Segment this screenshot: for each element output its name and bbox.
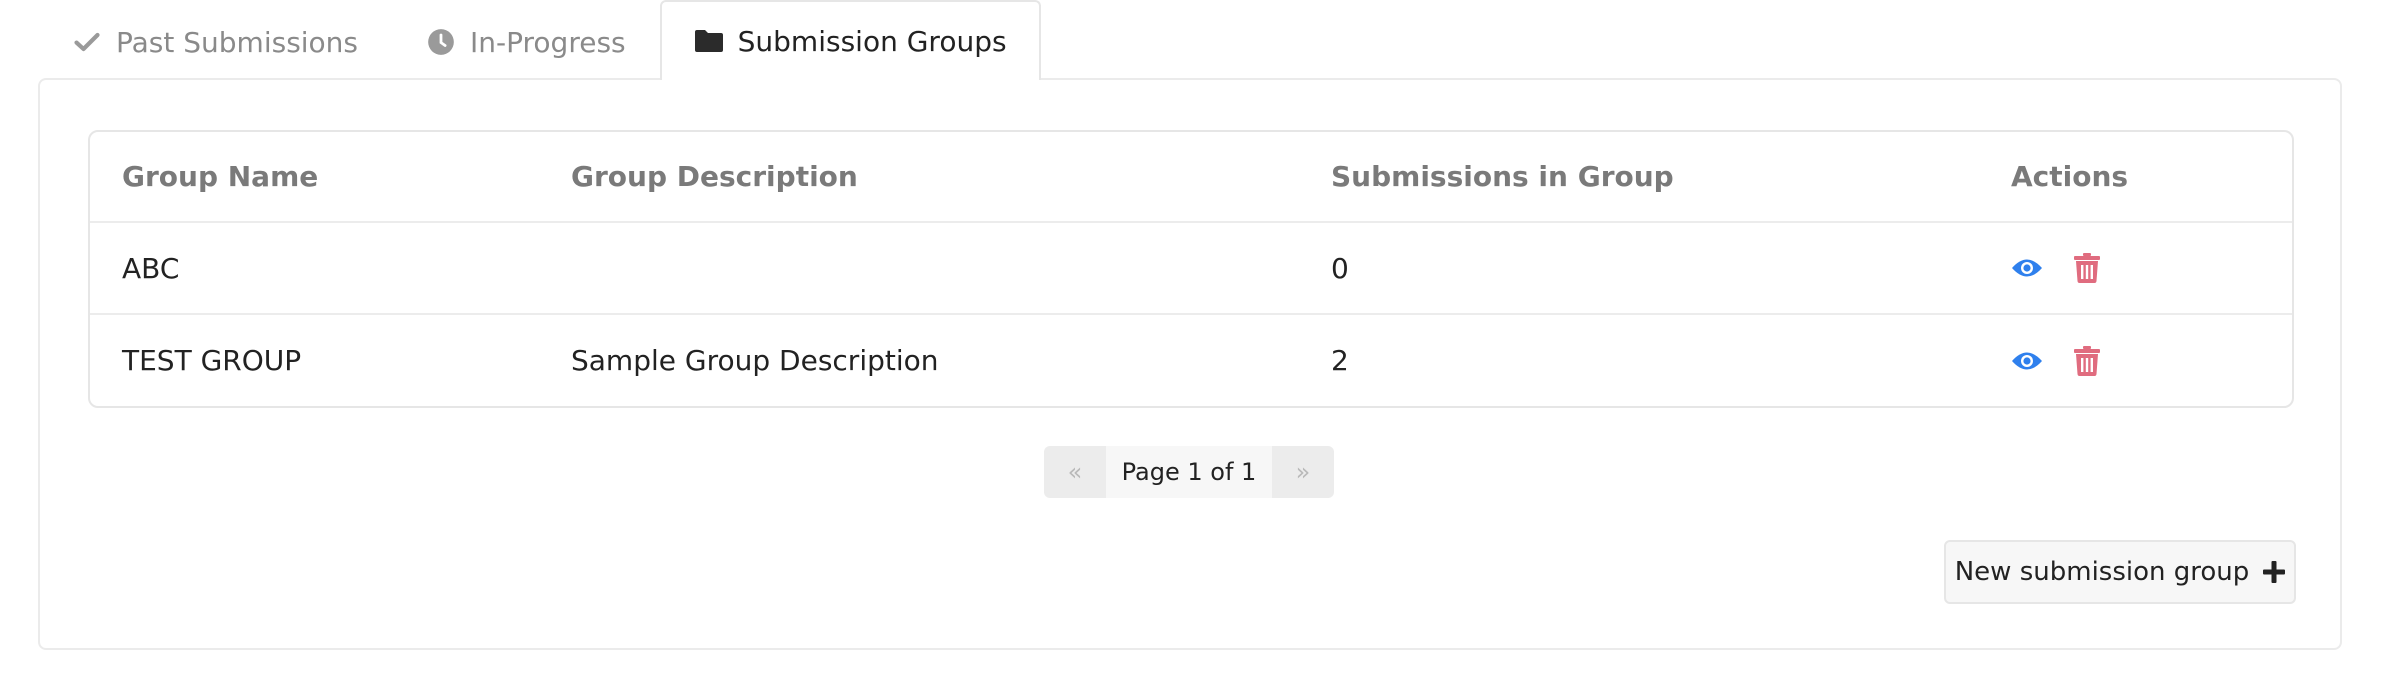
group-description-cell (539, 221, 1299, 314)
new-submission-group-label: New submission group (1954, 557, 2250, 587)
prev-page-button[interactable]: « (1044, 446, 1106, 498)
group-description-cell: Sample Group Description (539, 313, 1299, 406)
actions-cell (1979, 313, 2292, 406)
row-actions (2011, 345, 2292, 377)
folder-icon (694, 26, 724, 56)
clock-icon (426, 27, 456, 57)
tab-label: Submission Groups (737, 24, 1007, 58)
groups-table: Group Name Group Description Submissions… (88, 130, 2294, 408)
trash-icon[interactable] (2071, 252, 2103, 284)
group-name-cell: TEST GROUP (90, 313, 539, 406)
submission-count-cell: 0 (1299, 221, 1979, 314)
table-row: TEST GROUP Sample Group Description 2 (90, 313, 2292, 406)
content-panel: Group Name Group Description Submissions… (38, 78, 2342, 650)
column-header-group-description: Group Description (571, 160, 858, 193)
eye-icon[interactable] (2011, 345, 2043, 377)
page: Past Submissions In-Progress Submission … (0, 0, 2388, 690)
column-header-group-name: Group Name (122, 160, 319, 193)
plus-icon (2263, 561, 2286, 583)
trash-icon[interactable] (2071, 345, 2103, 377)
tab-in-progress[interactable]: In-Progress (392, 2, 660, 80)
new-submission-group-button[interactable]: New submission group (1944, 540, 2296, 604)
table-row: ABC 0 (90, 221, 2292, 314)
table-header-row: Group Name Group Description Submissions… (90, 132, 2292, 222)
check-icon (72, 27, 102, 57)
next-page-button[interactable]: » (1272, 446, 1334, 498)
column-header-actions: Actions (2011, 160, 2129, 193)
tab-label: In-Progress (470, 25, 626, 59)
row-actions (2011, 252, 2292, 284)
tab-label: Past Submissions (116, 25, 359, 59)
group-name-cell: ABC (90, 221, 539, 314)
tab-past-submissions[interactable]: Past Submissions (38, 2, 392, 80)
column-header-submissions: Submissions in Group (1331, 160, 1674, 193)
page-indicator: Page 1 of 1 (1106, 446, 1272, 498)
eye-icon[interactable] (2011, 252, 2043, 284)
pagination: « Page 1 of 1 » (1044, 446, 1334, 498)
tab-submission-groups[interactable]: Submission Groups (659, 0, 1041, 80)
submission-count-cell: 2 (1299, 313, 1979, 406)
tab-bar: Past Submissions In-Progress Submission … (38, 0, 1041, 80)
actions-cell (1979, 221, 2292, 314)
